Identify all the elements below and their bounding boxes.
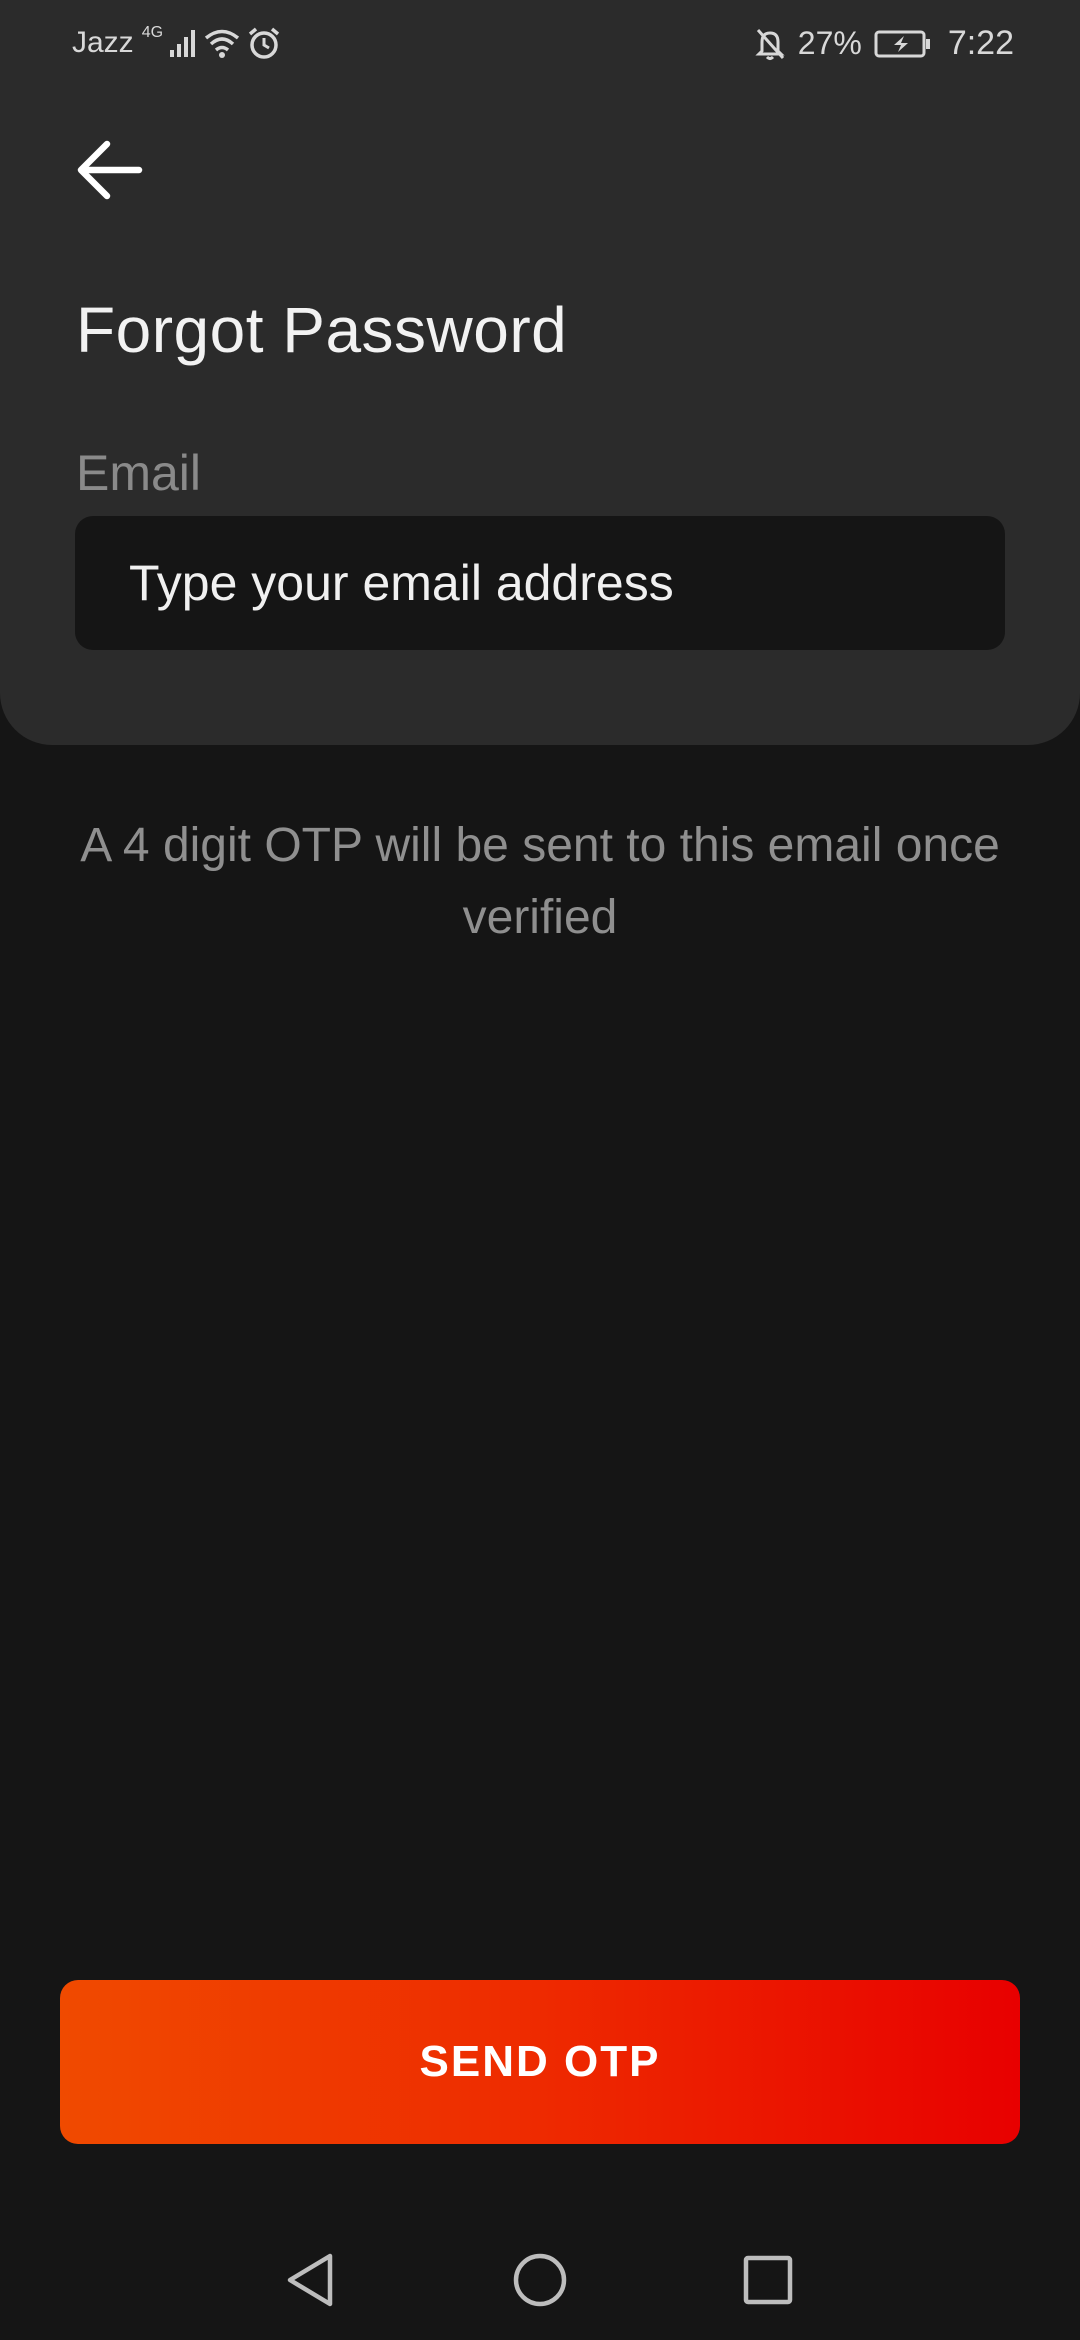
network-type: 4G	[141, 24, 164, 41]
back-button[interactable]	[70, 130, 150, 210]
battery-percent: 27%	[797, 25, 862, 61]
email-input[interactable]	[127, 553, 1005, 613]
nav-recents-button[interactable]	[728, 2240, 808, 2320]
bell-off-icon	[754, 27, 786, 61]
nav-recents-icon	[743, 2255, 793, 2305]
email-field[interactable]	[75, 516, 1005, 650]
forgot-password-screen: Jazz 4G 27% 7:22 Forgot Password Email T…	[0, 0, 1080, 2340]
battery-charging-icon	[874, 29, 932, 59]
status-left: Jazz 4G	[72, 24, 281, 60]
send-otp-button[interactable]: SEND OTP	[60, 1980, 1020, 2144]
otp-info-text: A 4 digit OTP will be sent to this email…	[80, 819, 1000, 944]
nav-back-icon	[287, 2253, 333, 2307]
nav-back-button[interactable]	[270, 2240, 350, 2320]
clock-time: 7:22	[947, 24, 1014, 62]
status-right: 27% 7:22	[754, 24, 1014, 63]
status-bar: Jazz 4G 27% 7:22	[0, 0, 1080, 92]
system-nav-bar	[0, 2220, 1080, 2340]
wifi-icon	[203, 27, 241, 59]
alarm-icon	[247, 26, 281, 60]
arrow-left-icon	[77, 140, 143, 200]
email-label: Email	[76, 445, 202, 501]
page-title: Forgot Password	[76, 294, 568, 366]
carrier-name: Jazz	[72, 26, 134, 59]
nav-home-button[interactable]	[500, 2240, 580, 2320]
nav-home-icon	[513, 2253, 567, 2307]
signal-icon	[169, 28, 197, 58]
